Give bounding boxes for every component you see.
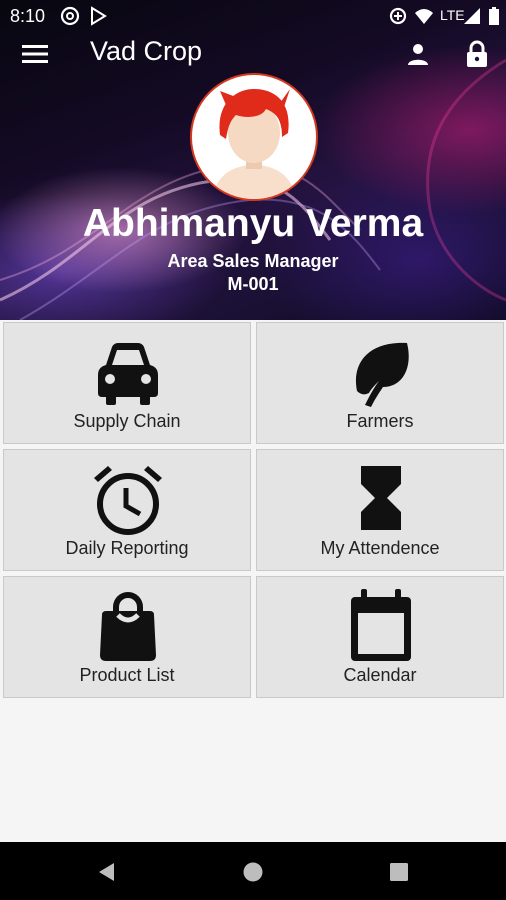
play-store-icon (91, 6, 107, 26)
leaf-icon (355, 342, 409, 407)
shopping-bag-icon (100, 592, 156, 661)
back-triangle-icon[interactable] (96, 861, 118, 883)
tile-daily-reporting[interactable]: Daily Reporting (3, 449, 251, 571)
person-icon[interactable] (406, 42, 430, 66)
tile-label-calendar: Calendar (343, 665, 417, 685)
battery-icon (489, 7, 499, 25)
wifi-icon (415, 9, 433, 24)
recents-square-icon[interactable] (388, 861, 410, 883)
tile-label-farmers: Farmers (346, 411, 414, 431)
lock-icon[interactable] (465, 40, 489, 68)
user-code: M-001 (227, 274, 279, 294)
tile-label-supply-chain: Supply Chain (73, 411, 181, 431)
user-role: Area Sales Manager (167, 251, 339, 271)
hamburger-menu-icon[interactable] (22, 44, 48, 64)
tile-label-product-list: Product List (79, 665, 175, 685)
tile-product-list[interactable]: Product List (3, 576, 251, 698)
user-name: Abhimanyu Verma (82, 202, 424, 245)
avatar-illustration (212, 89, 296, 199)
alarm-clock-icon (94, 466, 162, 535)
at-sign-icon (60, 6, 80, 26)
data-saver-icon (389, 7, 407, 25)
calendar-icon (351, 589, 411, 661)
status-time: 8:10 (10, 6, 46, 26)
home-circle-icon[interactable] (242, 861, 264, 883)
tile-supply-chain[interactable]: Supply Chain (3, 322, 251, 444)
profile-header: 8:10 LTE Vad Crop Abhimanyu Verma Area S… (0, 0, 506, 320)
hourglass-icon (361, 466, 401, 530)
system-nav-bar (0, 842, 506, 900)
tile-calendar[interactable]: Calendar (256, 576, 504, 698)
signal-icon (464, 8, 480, 24)
avatar (190, 73, 318, 201)
car-icon (98, 343, 158, 405)
tile-farmers[interactable]: Farmers (256, 322, 504, 444)
tile-my-attendence[interactable]: My Attendence (256, 449, 504, 571)
tile-label-daily-reporting: Daily Reporting (65, 538, 189, 558)
network-type: LTE (440, 7, 465, 23)
tile-label-my-attendence: My Attendence (320, 538, 440, 558)
app-title: Vad Crop (90, 36, 203, 66)
status-bar: 8:10 LTE (0, 0, 506, 32)
